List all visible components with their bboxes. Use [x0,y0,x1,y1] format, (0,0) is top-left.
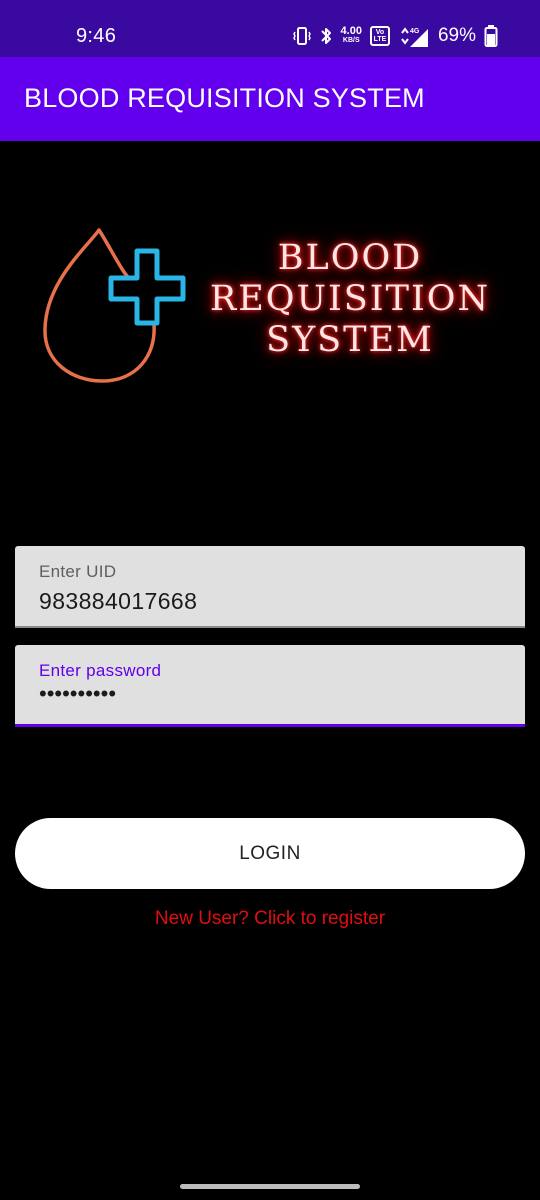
status-icons: 4.00 KB/S Vo LTE 4G 69% [292,22,498,50]
svg-text:4G: 4G [410,28,420,35]
plus-cross-icon [108,248,186,326]
clock: 9:46 [76,25,117,47]
logo-line-1: BLOOD [277,238,423,278]
volte-icon: Vo LTE [369,26,390,46]
uid-field[interactable]: Enter UID 983884017668 [15,546,525,628]
logo-line-2: REQUISITION [209,279,491,319]
password-label: Enter password [39,661,162,680]
network-speed: 4.00 KB/S [340,25,362,45]
uid-input[interactable]: 983884017668 [39,588,197,615]
battery-icon [484,25,498,47]
status-bar: 9:46 4.00 KB/S Vo LTE 4G 69% [0,0,540,57]
home-indicator[interactable] [180,1184,360,1189]
login-button[interactable]: LOGIN [15,818,525,889]
signal-icon: 4G [398,25,428,47]
logo-line-3: SYSTEM [266,320,434,360]
app-bar: BLOOD REQUISITION SYSTEM [0,57,540,141]
register-link[interactable]: New User? Click to register [0,908,540,930]
uid-label: Enter UID [39,562,117,581]
password-input[interactable]: •••••••••• [39,681,116,707]
password-field[interactable]: Enter password •••••••••• [15,645,525,727]
app-title: BLOOD REQUISITION SYSTEM [24,83,425,113]
vibrate-icon [292,26,311,46]
blood-drop-plus-logo [40,222,200,387]
logo-text: BLOOD REQUISITION SYSTEM [196,238,504,361]
battery-percent: 69% [437,25,476,46]
bluetooth-icon [319,26,333,46]
